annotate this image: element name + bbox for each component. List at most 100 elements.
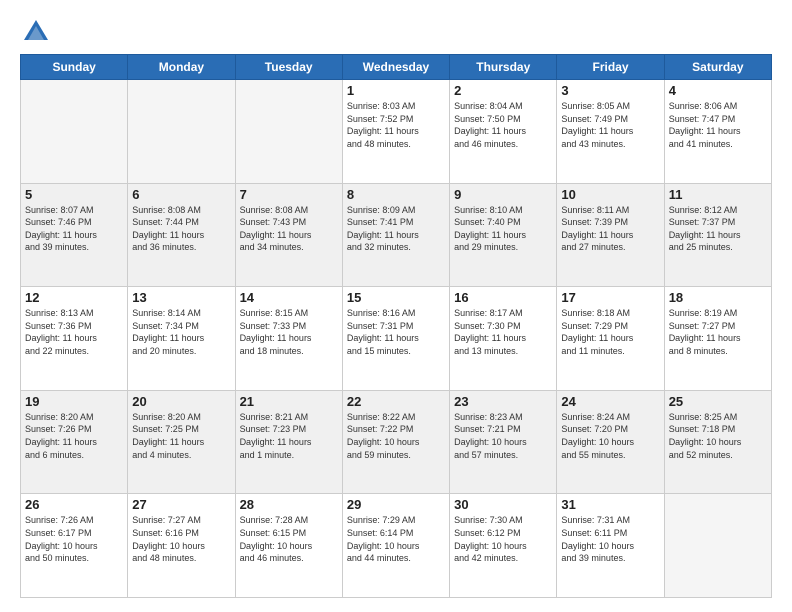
- calendar-cell: 24 Sunrise: 8:24 AMSunset: 7:20 PMDayligh…: [557, 390, 664, 494]
- calendar-cell: 2 Sunrise: 8:04 AMSunset: 7:50 PMDaylight…: [450, 80, 557, 184]
- day-number: 27: [132, 497, 230, 512]
- weekday-header-friday: Friday: [557, 55, 664, 80]
- week-row-2: 5 Sunrise: 8:07 AMSunset: 7:46 PMDaylight…: [21, 183, 772, 287]
- weekday-header-monday: Monday: [128, 55, 235, 80]
- logo-icon: [22, 18, 50, 46]
- day-number: 31: [561, 497, 659, 512]
- day-info: Sunrise: 8:24 AMSunset: 7:20 PMDaylight:…: [561, 411, 659, 461]
- calendar-cell: 5 Sunrise: 8:07 AMSunset: 7:46 PMDaylight…: [21, 183, 128, 287]
- day-info: Sunrise: 8:15 AMSunset: 7:33 PMDaylight:…: [240, 307, 338, 357]
- calendar-cell: 30 Sunrise: 7:30 AMSunset: 6:12 PMDayligh…: [450, 494, 557, 598]
- calendar-cell: [664, 494, 771, 598]
- day-number: 7: [240, 187, 338, 202]
- calendar-cell: 8 Sunrise: 8:09 AMSunset: 7:41 PMDaylight…: [342, 183, 449, 287]
- day-info: Sunrise: 8:10 AMSunset: 7:40 PMDaylight:…: [454, 204, 552, 254]
- calendar-cell: 20 Sunrise: 8:20 AMSunset: 7:25 PMDayligh…: [128, 390, 235, 494]
- day-number: 12: [25, 290, 123, 305]
- day-number: 14: [240, 290, 338, 305]
- weekday-header-row: SundayMondayTuesdayWednesdayThursdayFrid…: [21, 55, 772, 80]
- weekday-header-sunday: Sunday: [21, 55, 128, 80]
- day-info: Sunrise: 7:26 AMSunset: 6:17 PMDaylight:…: [25, 514, 123, 564]
- day-number: 19: [25, 394, 123, 409]
- day-number: 1: [347, 83, 445, 98]
- day-info: Sunrise: 8:20 AMSunset: 7:26 PMDaylight:…: [25, 411, 123, 461]
- day-number: 30: [454, 497, 552, 512]
- day-info: Sunrise: 8:22 AMSunset: 7:22 PMDaylight:…: [347, 411, 445, 461]
- day-number: 20: [132, 394, 230, 409]
- day-info: Sunrise: 8:14 AMSunset: 7:34 PMDaylight:…: [132, 307, 230, 357]
- day-number: 11: [669, 187, 767, 202]
- day-number: 5: [25, 187, 123, 202]
- day-info: Sunrise: 7:31 AMSunset: 6:11 PMDaylight:…: [561, 514, 659, 564]
- day-info: Sunrise: 8:20 AMSunset: 7:25 PMDaylight:…: [132, 411, 230, 461]
- day-info: Sunrise: 8:04 AMSunset: 7:50 PMDaylight:…: [454, 100, 552, 150]
- day-number: 13: [132, 290, 230, 305]
- calendar-cell: 15 Sunrise: 8:16 AMSunset: 7:31 PMDayligh…: [342, 287, 449, 391]
- weekday-header-tuesday: Tuesday: [235, 55, 342, 80]
- weekday-header-saturday: Saturday: [664, 55, 771, 80]
- day-info: Sunrise: 7:28 AMSunset: 6:15 PMDaylight:…: [240, 514, 338, 564]
- day-info: Sunrise: 8:23 AMSunset: 7:21 PMDaylight:…: [454, 411, 552, 461]
- day-number: 16: [454, 290, 552, 305]
- page: SundayMondayTuesdayWednesdayThursdayFrid…: [0, 0, 792, 612]
- calendar-cell: 12 Sunrise: 8:13 AMSunset: 7:36 PMDayligh…: [21, 287, 128, 391]
- calendar-cell: 22 Sunrise: 8:22 AMSunset: 7:22 PMDayligh…: [342, 390, 449, 494]
- calendar-cell: 6Sunrise: 8:08 AMSunset: 7:44 PMDaylight…: [128, 183, 235, 287]
- calendar-cell: 14 Sunrise: 8:15 AMSunset: 7:33 PMDayligh…: [235, 287, 342, 391]
- day-number: 8: [347, 187, 445, 202]
- logo: [20, 18, 52, 46]
- day-info: Sunrise: 8:13 AMSunset: 7:36 PMDaylight:…: [25, 307, 123, 357]
- calendar-cell: 26 Sunrise: 7:26 AMSunset: 6:17 PMDayligh…: [21, 494, 128, 598]
- day-info: Sunrise: 7:29 AMSunset: 6:14 PMDaylight:…: [347, 514, 445, 564]
- calendar-cell: 13 Sunrise: 8:14 AMSunset: 7:34 PMDayligh…: [128, 287, 235, 391]
- day-info: Sunrise: 8:11 AMSunset: 7:39 PMDaylight:…: [561, 204, 659, 254]
- day-info: Sunrise: 8:05 AMSunset: 7:49 PMDaylight:…: [561, 100, 659, 150]
- calendar-cell: 10Sunrise: 8:11 AMSunset: 7:39 PMDayligh…: [557, 183, 664, 287]
- calendar-cell: 7 Sunrise: 8:08 AMSunset: 7:43 PMDaylight…: [235, 183, 342, 287]
- day-info: Sunrise: 8:07 AMSunset: 7:46 PMDaylight:…: [25, 204, 123, 254]
- calendar-cell: 21 Sunrise: 8:21 AMSunset: 7:23 PMDayligh…: [235, 390, 342, 494]
- day-number: 6: [132, 187, 230, 202]
- calendar-cell: 28 Sunrise: 7:28 AMSunset: 6:15 PMDayligh…: [235, 494, 342, 598]
- calendar-cell: 23Sunrise: 8:23 AMSunset: 7:21 PMDayligh…: [450, 390, 557, 494]
- day-number: 22: [347, 394, 445, 409]
- day-info: Sunrise: 8:16 AMSunset: 7:31 PMDaylight:…: [347, 307, 445, 357]
- calendar-cell: 16 Sunrise: 8:17 AMSunset: 7:30 PMDayligh…: [450, 287, 557, 391]
- day-number: 28: [240, 497, 338, 512]
- day-number: 2: [454, 83, 552, 98]
- day-info: Sunrise: 8:06 AMSunset: 7:47 PMDaylight:…: [669, 100, 767, 150]
- day-number: 26: [25, 497, 123, 512]
- day-info: Sunrise: 8:08 AMSunset: 7:43 PMDaylight:…: [240, 204, 338, 254]
- day-number: 15: [347, 290, 445, 305]
- day-number: 21: [240, 394, 338, 409]
- day-number: 25: [669, 394, 767, 409]
- day-info: Sunrise: 8:03 AMSunset: 7:52 PMDaylight:…: [347, 100, 445, 150]
- calendar-cell: 18 Sunrise: 8:19 AMSunset: 7:27 PMDayligh…: [664, 287, 771, 391]
- calendar-cell: 29 Sunrise: 7:29 AMSunset: 6:14 PMDayligh…: [342, 494, 449, 598]
- calendar-cell: 3 Sunrise: 8:05 AMSunset: 7:49 PMDaylight…: [557, 80, 664, 184]
- week-row-5: 26 Sunrise: 7:26 AMSunset: 6:17 PMDayligh…: [21, 494, 772, 598]
- day-info: Sunrise: 8:17 AMSunset: 7:30 PMDaylight:…: [454, 307, 552, 357]
- header: [20, 18, 772, 46]
- day-info: Sunrise: 8:19 AMSunset: 7:27 PMDaylight:…: [669, 307, 767, 357]
- calendar-cell: [128, 80, 235, 184]
- calendar: SundayMondayTuesdayWednesdayThursdayFrid…: [20, 54, 772, 598]
- day-info: Sunrise: 8:18 AMSunset: 7:29 PMDaylight:…: [561, 307, 659, 357]
- calendar-cell: 25Sunrise: 8:25 AMSunset: 7:18 PMDayligh…: [664, 390, 771, 494]
- day-info: Sunrise: 8:09 AMSunset: 7:41 PMDaylight:…: [347, 204, 445, 254]
- day-number: 3: [561, 83, 659, 98]
- week-row-3: 12 Sunrise: 8:13 AMSunset: 7:36 PMDayligh…: [21, 287, 772, 391]
- weekday-header-thursday: Thursday: [450, 55, 557, 80]
- day-number: 29: [347, 497, 445, 512]
- calendar-cell: 19 Sunrise: 8:20 AMSunset: 7:26 PMDayligh…: [21, 390, 128, 494]
- calendar-cell: 9Sunrise: 8:10 AMSunset: 7:40 PMDaylight…: [450, 183, 557, 287]
- calendar-cell: [21, 80, 128, 184]
- day-info: Sunrise: 8:21 AMSunset: 7:23 PMDaylight:…: [240, 411, 338, 461]
- week-row-1: 1 Sunrise: 8:03 AMSunset: 7:52 PMDaylight…: [21, 80, 772, 184]
- week-row-4: 19 Sunrise: 8:20 AMSunset: 7:26 PMDayligh…: [21, 390, 772, 494]
- day-info: Sunrise: 7:30 AMSunset: 6:12 PMDaylight:…: [454, 514, 552, 564]
- day-number: 24: [561, 394, 659, 409]
- day-number: 4: [669, 83, 767, 98]
- weekday-header-wednesday: Wednesday: [342, 55, 449, 80]
- day-number: 18: [669, 290, 767, 305]
